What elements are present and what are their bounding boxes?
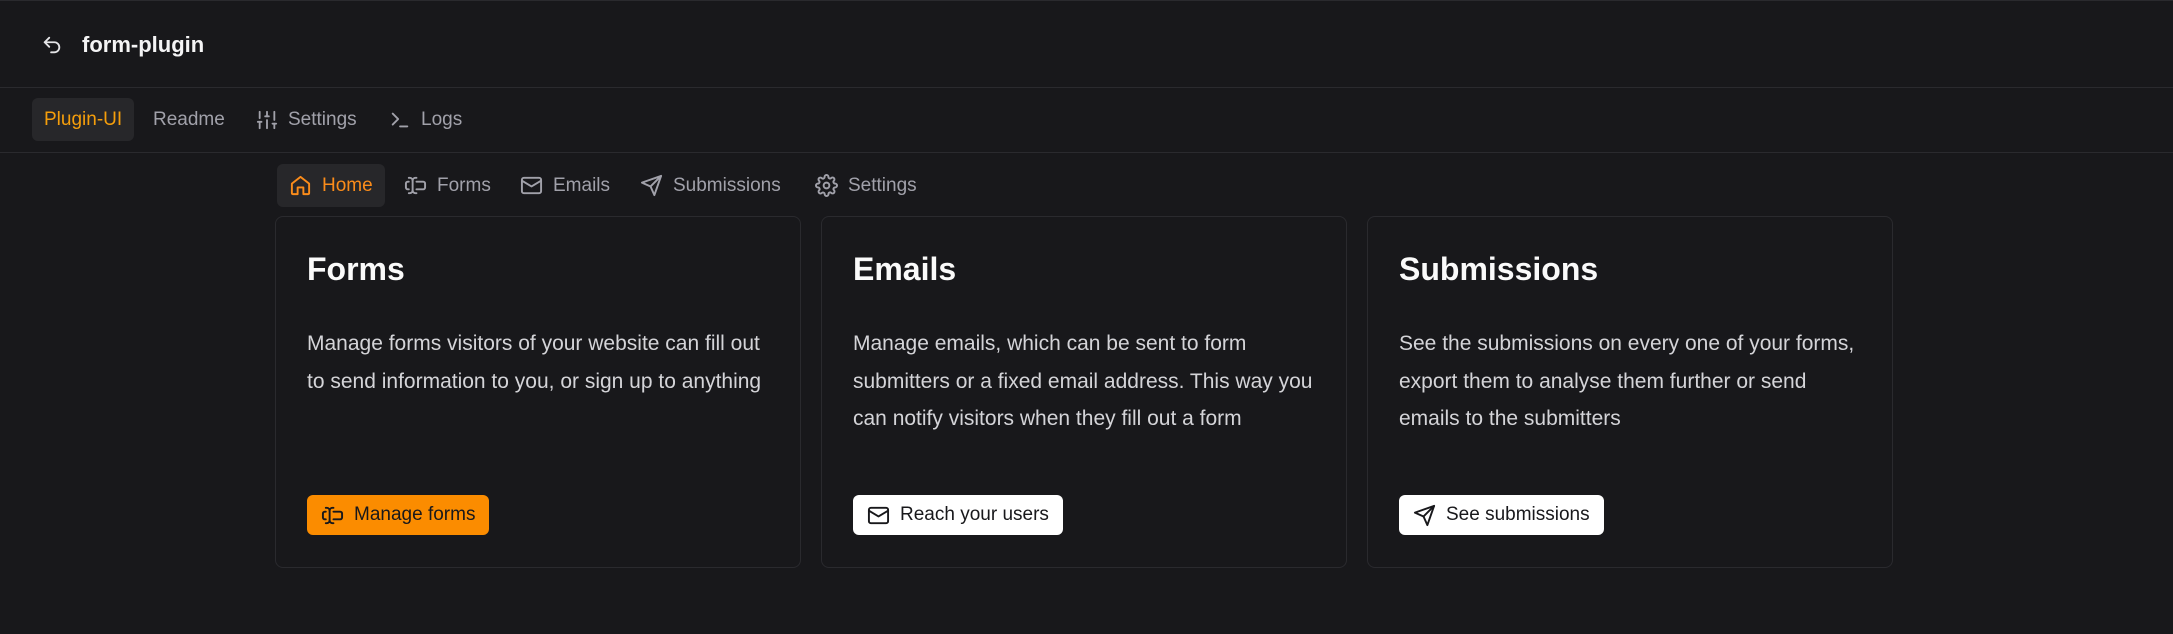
submissions-card: Submissions See the submissions on every…	[1367, 216, 1893, 568]
forms-card: Forms Manage forms visitors of your webs…	[275, 216, 801, 568]
subnav-label: Settings	[848, 174, 917, 196]
send-icon	[640, 174, 663, 197]
back-button[interactable]	[38, 31, 66, 59]
app-title: form-plugin	[82, 32, 205, 57]
manage-forms-button[interactable]: Manage forms	[307, 495, 490, 535]
mail-icon	[520, 176, 543, 195]
card-description: Manage forms visitors of your website ca…	[307, 332, 762, 393]
text-cursor-input-icon	[404, 176, 427, 195]
plugin-tabbar: Plugin-UI Readme Settings Logs	[0, 88, 2173, 153]
subnav-submissions[interactable]: Submissions	[628, 164, 793, 207]
card-description: Manage emails, which can be sent to form…	[853, 332, 1313, 430]
subnav-label: Submissions	[673, 174, 781, 196]
tab-label: Readme	[153, 108, 225, 130]
subnav-forms[interactable]: Forms	[392, 164, 503, 207]
subnav-label: Forms	[437, 174, 491, 196]
card-description: See the submissions on every one of your…	[1399, 332, 1855, 430]
text-cursor-input-icon	[321, 506, 344, 524]
gear-icon	[815, 174, 838, 197]
send-icon	[1413, 504, 1436, 526]
subnav-emails[interactable]: Emails	[508, 164, 622, 207]
subnav-label: Home	[322, 174, 373, 196]
tab-readme[interactable]: Readme	[141, 98, 237, 141]
mail-icon	[867, 506, 890, 524]
terminal-icon	[391, 112, 409, 127]
see-submissions-button[interactable]: See submissions	[1399, 495, 1604, 535]
home-icon	[290, 175, 311, 196]
tab-settings[interactable]: Settings	[244, 98, 369, 141]
card-title: Submissions	[1399, 251, 1599, 287]
tab-plugin-ui[interactable]: Plugin-UI	[32, 98, 135, 141]
card-title: Forms	[307, 251, 405, 287]
sliders-icon	[256, 110, 278, 129]
tab-label: Settings	[288, 108, 357, 130]
subnav-home[interactable]: Home	[277, 164, 385, 207]
tab-logs[interactable]: Logs	[377, 98, 474, 141]
tab-label: Logs	[421, 108, 463, 130]
button-label: Reach your users	[900, 504, 1049, 525]
button-label: See submissions	[1446, 504, 1590, 525]
app-header: form-plugin	[0, 0, 2173, 88]
subnav-settings[interactable]: Settings	[803, 164, 929, 207]
subnav-label: Emails	[553, 174, 611, 196]
reach-your-users-button[interactable]: Reach your users	[853, 495, 1063, 535]
undo-arrow-icon	[43, 36, 61, 54]
emails-card: Emails Manage emails, which can be sent …	[821, 216, 1347, 568]
tab-label: Plugin-UI	[44, 108, 123, 130]
card-title: Emails	[853, 251, 957, 287]
button-label: Manage forms	[354, 504, 476, 525]
